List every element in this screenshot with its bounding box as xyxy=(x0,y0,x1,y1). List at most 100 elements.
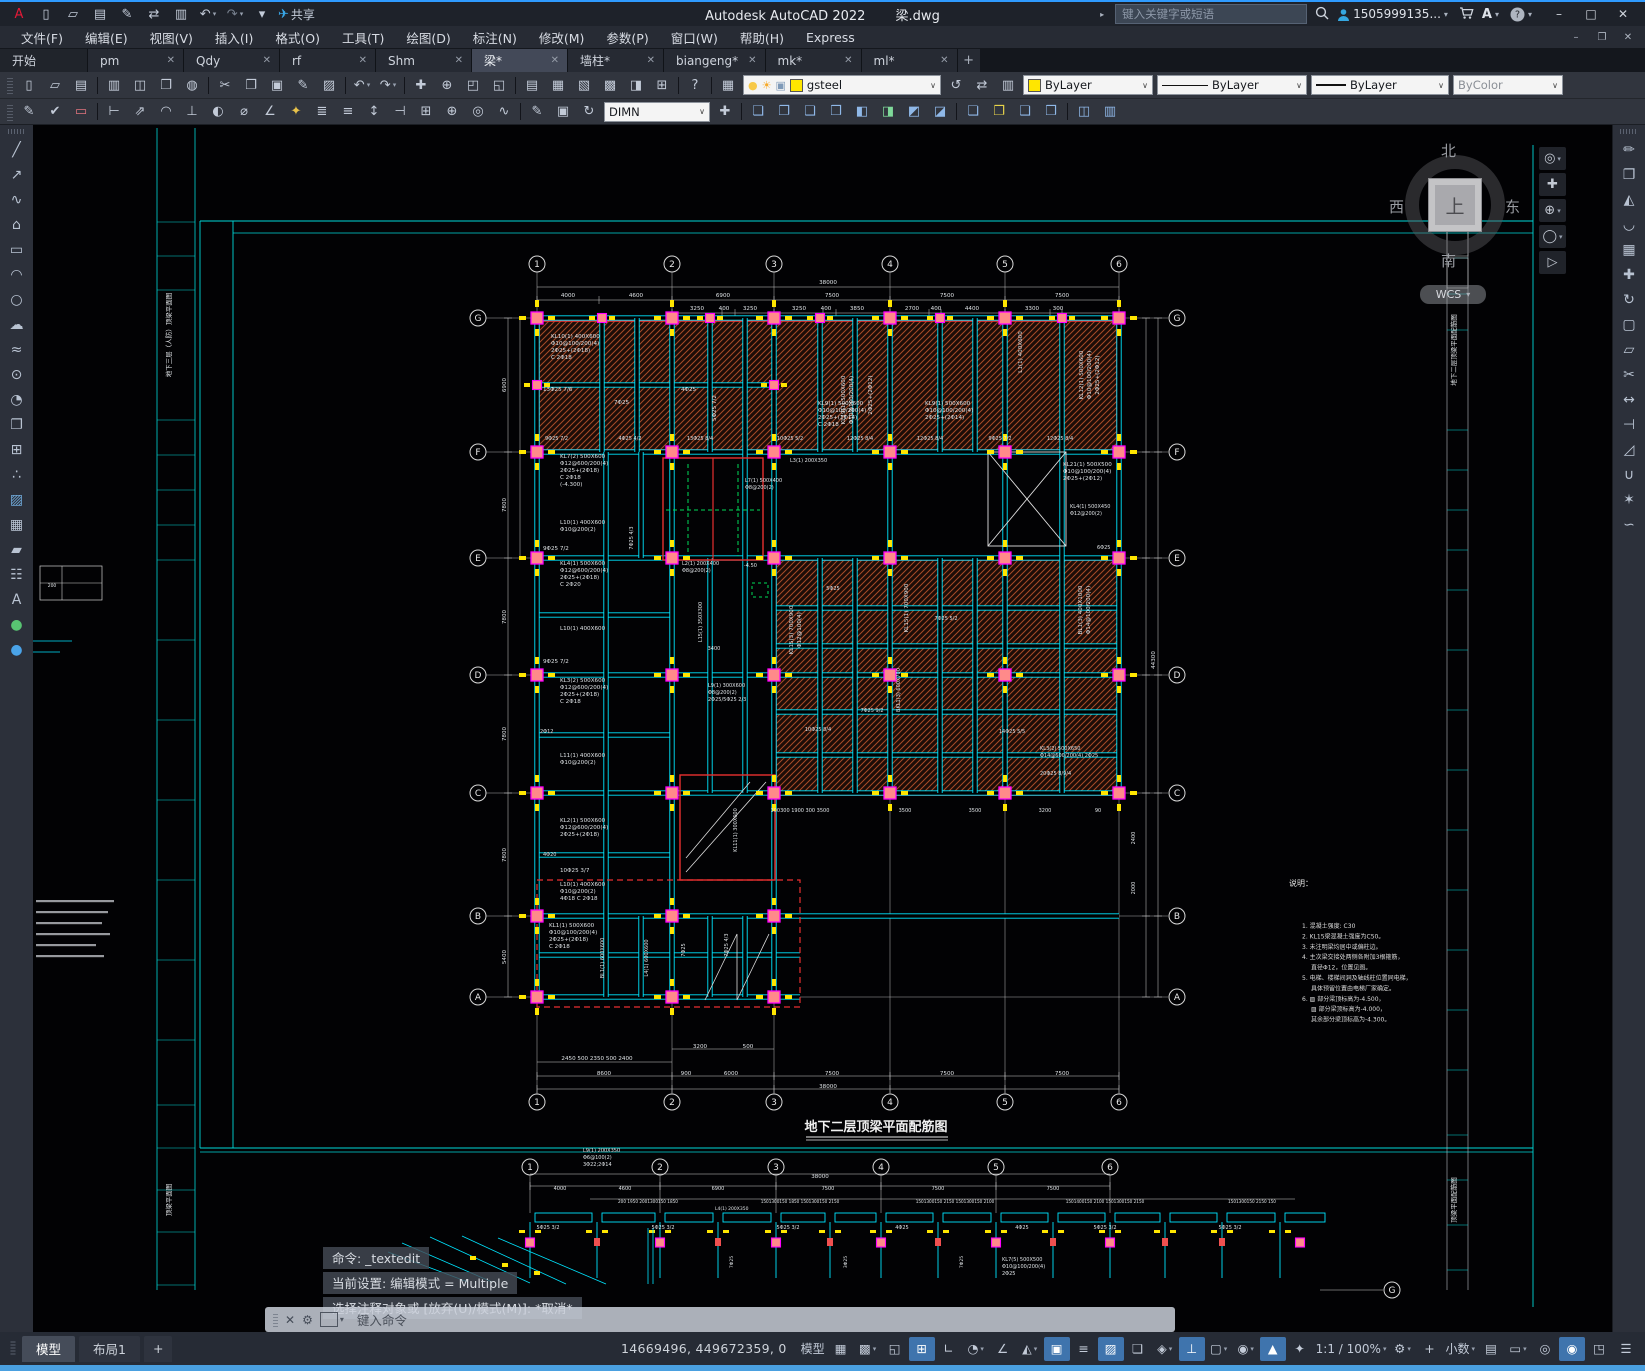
tab-close-icon[interactable]: ✕ xyxy=(647,55,655,66)
quickcalc-icon[interactable]: ⊞ xyxy=(649,75,675,95)
gradient-icon[interactable]: ▦ xyxy=(3,514,31,536)
dim-inspect-icon[interactable]: ◎ xyxy=(465,102,491,122)
dim-space-icon[interactable]: ↕ xyxy=(361,102,387,122)
dim-break-icon[interactable]: ⊣ xyxy=(387,102,413,122)
isolate-objects-icon[interactable]: ◎ xyxy=(1532,1337,1558,1361)
qat-customize-icon[interactable]: ▾ xyxy=(249,4,275,24)
fillet-icon[interactable]: ◡ xyxy=(1615,214,1643,236)
express-tool-12-icon[interactable]: ❒ xyxy=(1038,102,1064,122)
express-tool-11-icon[interactable]: ❑ xyxy=(1012,102,1038,122)
lock-ui-icon[interactable]: ▭ ▾ xyxy=(1505,1337,1531,1361)
rotate-icon[interactable]: ↻ xyxy=(1615,289,1643,311)
dim-aligned-icon[interactable]: ⇗ xyxy=(127,102,153,122)
menu-item-n[interactable]: 标注(N) xyxy=(462,28,528,47)
showmotion-icon[interactable]: ▷ xyxy=(1539,251,1566,274)
units-button[interactable]: 小数 ▾ xyxy=(1443,1337,1477,1361)
file-tab-梁[interactable]: 梁* ✕ xyxy=(472,49,568,72)
3d-osnap-icon[interactable]: ◈ ▾ xyxy=(1152,1337,1178,1361)
stretch-icon[interactable]: ▱ xyxy=(1615,339,1643,361)
dynamic-ucs-icon[interactable]: ⊥ xyxy=(1178,1336,1205,1361)
layer-combo[interactable]: ● ☀ ▣ gsteel ∨ xyxy=(743,75,941,95)
menu-item-h[interactable]: 帮助(H) xyxy=(729,28,795,47)
express-tool-6-icon[interactable]: ◨ xyxy=(875,102,901,122)
save-as-icon[interactable]: ✎ xyxy=(114,4,140,24)
linetype-combo[interactable]: ByLayer ∨ xyxy=(1157,75,1307,95)
steering-wheel-icon[interactable]: ◎ ▾ xyxy=(1539,147,1566,170)
undo-icon[interactable]: ↶ ▾ xyxy=(349,75,375,95)
express-tool-9-icon[interactable]: ❏ xyxy=(960,102,986,122)
file-tab-墙柱[interactable]: 墙柱* ✕ xyxy=(568,49,664,72)
command-close-icon[interactable]: ✕ xyxy=(285,1313,295,1327)
express-tool-1-icon[interactable]: ❏ xyxy=(745,102,771,122)
clean-screen-icon[interactable]: ◳ xyxy=(1586,1337,1612,1361)
copy-icon[interactable]: ❐ xyxy=(1615,164,1643,186)
ellipse-arc-icon[interactable]: ◔ xyxy=(3,389,31,411)
layout1-tab[interactable]: 布局1 xyxy=(79,1335,140,1362)
file-tab-rf[interactable]: rf ✕ xyxy=(280,49,376,72)
dim-angular-icon[interactable]: ∠ xyxy=(257,102,283,122)
autoscale-icon[interactable]: ✦ xyxy=(1287,1337,1313,1361)
help-button[interactable]: ? ▾ xyxy=(1510,7,1535,22)
minimize-button[interactable]: – xyxy=(1543,4,1575,24)
express-tool-5-icon[interactable]: ◧ xyxy=(849,102,875,122)
isodraft-icon[interactable]: ◭ ▾ xyxy=(1017,1337,1043,1361)
help-icon[interactable]: ? xyxy=(682,75,708,95)
wcs-dropdown[interactable]: WCS ▾ xyxy=(1420,285,1486,304)
file-tab-mk[interactable]: mk* ✕ xyxy=(765,49,862,72)
toolbar-grip[interactable] xyxy=(7,76,13,94)
express-tool-13-icon[interactable]: ◫ xyxy=(1071,102,1097,122)
command-bar-grip[interactable] xyxy=(273,1312,278,1327)
selection-filter-icon[interactable]: ▢ ▾ xyxy=(1206,1337,1232,1361)
file-tab-ml[interactable]: ml* ✕ xyxy=(861,49,958,72)
dim-continue-icon[interactable]: ≡ xyxy=(335,102,361,122)
properties-icon[interactable]: ▤ xyxy=(519,75,545,95)
block-editor-icon[interactable]: ▨ xyxy=(316,75,342,95)
edit-text-icon[interactable]: ✎ xyxy=(16,102,42,122)
new-layout-button[interactable]: + xyxy=(143,1335,173,1362)
spell-check-icon[interactable]: ✔ xyxy=(42,102,68,122)
new-tab-button[interactable]: + xyxy=(957,49,980,72)
dimstyle-combo[interactable]: DIMN ∨ xyxy=(604,101,710,122)
dim-arc-icon[interactable]: ◠ xyxy=(153,102,179,122)
qopen-icon[interactable]: ▱ xyxy=(60,4,86,24)
move-icon[interactable]: ✚ xyxy=(1615,264,1643,286)
preview-icon[interactable]: ◫ xyxy=(127,75,153,95)
express-tool-7-icon[interactable]: ◩ xyxy=(901,102,927,122)
match-properties-icon[interactable]: ✎ xyxy=(290,75,316,95)
menu-item-m[interactable]: 修改(M) xyxy=(528,28,596,47)
nav-pan-icon[interactable]: ✚ xyxy=(1539,173,1566,196)
mirror-icon[interactable]: ◭ xyxy=(1615,189,1643,211)
dim-linear-icon[interactable]: ⊢ xyxy=(101,102,127,122)
plot-icon[interactable]: ▥ xyxy=(101,75,127,95)
polyline-icon[interactable]: ∿ xyxy=(3,189,31,211)
ortho-mode-icon[interactable]: ∟ xyxy=(936,1337,962,1361)
pan-icon[interactable]: ✚ xyxy=(408,75,434,95)
object-snap-tracking-icon[interactable]: ∠ xyxy=(990,1337,1016,1361)
hatch-icon[interactable]: ▨ xyxy=(3,489,31,511)
maximize-button[interactable]: □ xyxy=(1575,4,1607,24)
rectangle-icon[interactable]: ▭ xyxy=(3,239,31,261)
join-icon[interactable]: ∪ xyxy=(1615,464,1643,486)
dim-associate-icon[interactable]: ✚ xyxy=(712,102,738,122)
markup-icon[interactable]: ◨ xyxy=(623,75,649,95)
circle-icon[interactable]: ○ xyxy=(3,289,31,311)
graphics-performance-icon[interactable]: ◉ xyxy=(1559,1336,1585,1361)
menu-item-t[interactable]: 工具(T) xyxy=(331,28,395,47)
text-icon[interactable]: A xyxy=(3,589,31,611)
file-tab-biangeng[interactable]: biangeng* ✕ xyxy=(664,49,766,72)
ellipse-icon[interactable]: ⊙ xyxy=(3,364,31,386)
table-icon[interactable]: ☷ xyxy=(3,564,31,586)
tab-close-icon[interactable]: ✕ xyxy=(455,55,463,66)
share-icon[interactable]: ✈ 共享 xyxy=(276,4,317,24)
gizmo-icon[interactable]: ◉ ▾ xyxy=(1233,1337,1259,1361)
transparency-icon[interactable]: ▨ xyxy=(1097,1336,1124,1361)
line-icon[interactable]: ╱ xyxy=(3,139,31,161)
model-tab[interactable]: 模型 xyxy=(22,1335,76,1362)
tolerance-icon[interactable]: ⊞ xyxy=(413,102,439,122)
publish-icon[interactable]: ❐ xyxy=(153,75,179,95)
palette-grip-right[interactable] xyxy=(1620,129,1638,134)
command-input[interactable]: 键入命令 xyxy=(357,1310,407,1329)
layer-previous-icon[interactable]: ↺ xyxy=(943,75,969,95)
tab-close-icon[interactable]: ✕ xyxy=(748,55,756,66)
annotation-scale-button[interactable]: 1:1 / 100% ▾ xyxy=(1314,1337,1389,1361)
